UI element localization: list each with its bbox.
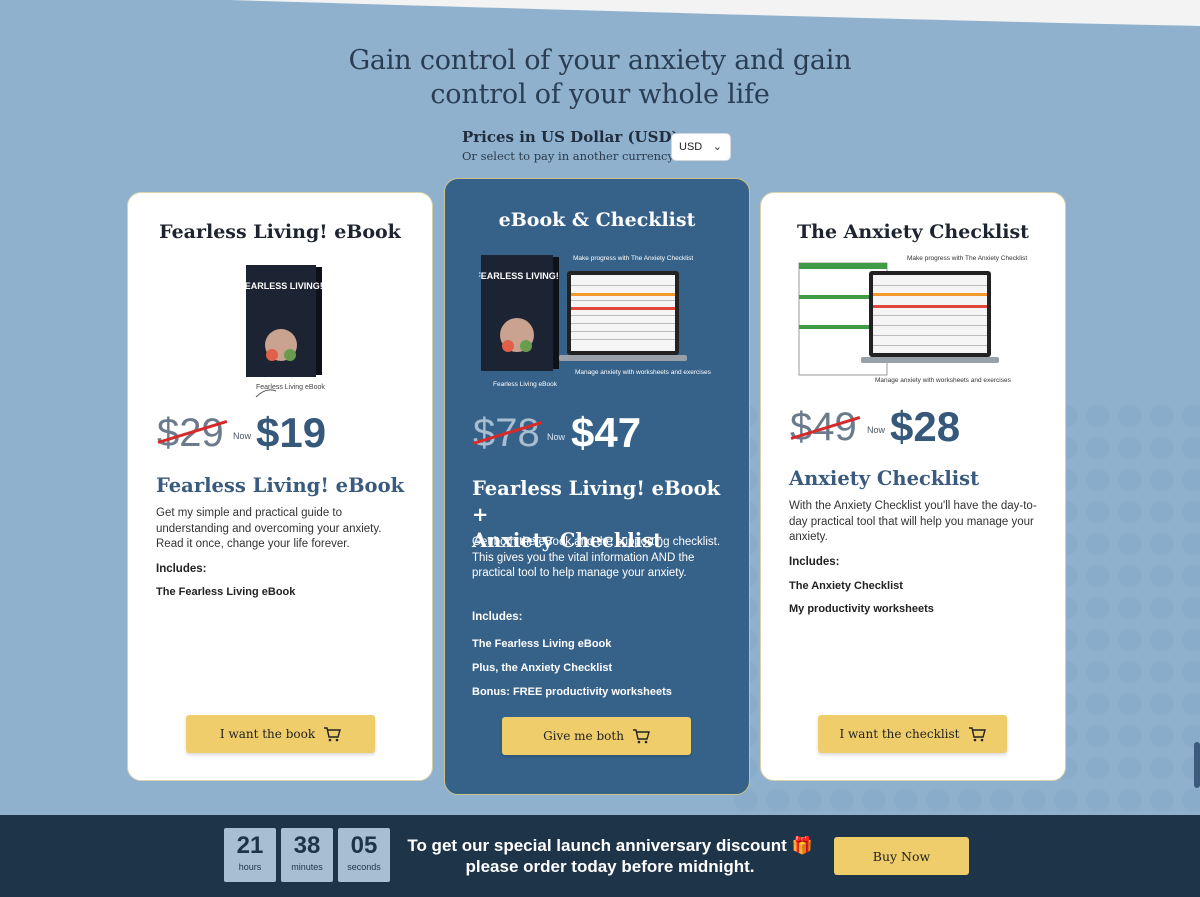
currency-select-value: USD — [679, 141, 703, 153]
button-label: Give me both — [543, 729, 624, 743]
currency-info: Prices in US Dollar (USD) Or select to p… — [462, 128, 679, 163]
checklist-image: Make progress with The Anxiety Checklist… — [795, 255, 1035, 389]
pricing-card-bundle: eBook & Checklist FEARLESS LIVING! Make … — [444, 178, 750, 795]
cart-icon — [968, 727, 986, 742]
pricing-card-ebook: Fearless Living! eBook FEARLESS LIVING! … — [127, 192, 433, 781]
product-description: With the Anxiety Checklist you'll have t… — [789, 500, 1037, 543]
promo-line2: please order today before midnight. — [465, 857, 755, 876]
currency-subtitle: Or select to pay in another currency — [462, 149, 674, 163]
ebook-caption: Fearless Living eBook — [256, 384, 325, 391]
new-price: $19 — [256, 409, 327, 456]
ebook-cover-title: FEARLESS LIVING! — [239, 281, 323, 291]
product-name: Anxiety Checklist — [789, 467, 980, 490]
includes-item: The Fearless Living eBook — [156, 586, 296, 598]
promo-message: To get our special launch anniversary di… — [396, 835, 824, 877]
buy-checklist-button[interactable]: I want the checklist — [818, 715, 1007, 753]
currency-select[interactable]: USD ⌄ — [671, 133, 731, 161]
checklist-caption-top: Make progress with The Anxiety Checklist — [907, 255, 1028, 262]
bundle-caption-top: Make progress with The Anxiety Checklist — [573, 255, 694, 262]
countdown-hours-label: hours — [238, 862, 262, 872]
bundle-caption-ebook: Fearless Living eBook — [493, 381, 557, 388]
includes-item: The Anxiety Checklist — [789, 580, 903, 592]
countdown-minutes-label: minutes — [291, 862, 323, 872]
now-label: Now — [867, 425, 886, 435]
card-title: eBook & Checklist — [498, 209, 696, 231]
scrollbar-thumb[interactable] — [1194, 742, 1200, 788]
countdown-hours-value: 21 — [236, 832, 264, 859]
countdown-minutes-value: 38 — [293, 832, 321, 859]
bundle-caption-bottom: Manage anxiety with worksheets and exerc… — [575, 369, 711, 376]
includes-label: Includes: — [156, 563, 207, 575]
includes-item: The Fearless Living eBook — [472, 638, 612, 650]
bundle-cover-title: FEARLESS LIVING! — [479, 271, 559, 281]
new-price: $28 — [890, 403, 961, 450]
button-label: I want the book — [219, 727, 316, 741]
chevron-down-icon: ⌄ — [712, 141, 722, 153]
now-label: Now — [233, 431, 252, 441]
currency-title: Prices in US Dollar (USD) — [462, 128, 679, 146]
countdown-hours: 21 hours — [224, 828, 276, 882]
product-name-line1: Fearless Living! eBook + — [472, 477, 721, 526]
product-description: Get both the eBook and the supporting ch… — [472, 536, 721, 579]
pricing-card-checklist: The Anxiety Checklist Make progress with… — [760, 192, 1066, 781]
bundle-image: FEARLESS LIVING! Make progress with The … — [475, 251, 711, 393]
product-name: Fearless Living! eBook — [156, 474, 405, 497]
buy-book-button[interactable]: I want the book — [186, 715, 375, 753]
countdown-seconds-value: 05 — [350, 832, 378, 859]
includes-label: Includes: — [789, 556, 840, 568]
product-description: Get my simple and practical guide to und… — [156, 507, 382, 550]
countdown-minutes: 38 minutes — [281, 828, 333, 882]
countdown-seconds-label: seconds — [347, 862, 381, 872]
card-title: Fearless Living! eBook — [159, 221, 401, 243]
buy-now-button[interactable]: Buy Now — [834, 837, 969, 875]
cart-icon — [324, 727, 342, 742]
checklist-caption-bottom: Manage anxiety with worksheets and exerc… — [875, 377, 1011, 384]
top-curve-decoration — [230, 0, 1200, 26]
promo-line1: To get our special launch anniversary di… — [407, 836, 813, 855]
button-label: I want the checklist — [839, 727, 960, 741]
includes-item: Plus, the Anxiety Checklist — [472, 662, 613, 674]
card-title: The Anxiety Checklist — [797, 221, 1029, 243]
includes-item: My productivity worksheets — [789, 603, 934, 615]
countdown-bar: 21 hours 38 minutes 05 seconds To get ou… — [0, 815, 1200, 897]
ebook-image: FEARLESS LIVING! Fearless Living eBook — [226, 259, 346, 399]
cart-icon — [632, 729, 650, 744]
includes-label: Includes: — [472, 611, 523, 623]
new-price: $47 — [571, 409, 642, 456]
buy-both-button[interactable]: Give me both — [502, 717, 691, 755]
countdown-seconds: 05 seconds — [338, 828, 390, 882]
includes-item: Bonus: FREE productivity worksheets — [472, 686, 672, 698]
now-label: Now — [547, 432, 566, 442]
page-headline: Gain control of your anxiety and gain co… — [348, 45, 852, 110]
